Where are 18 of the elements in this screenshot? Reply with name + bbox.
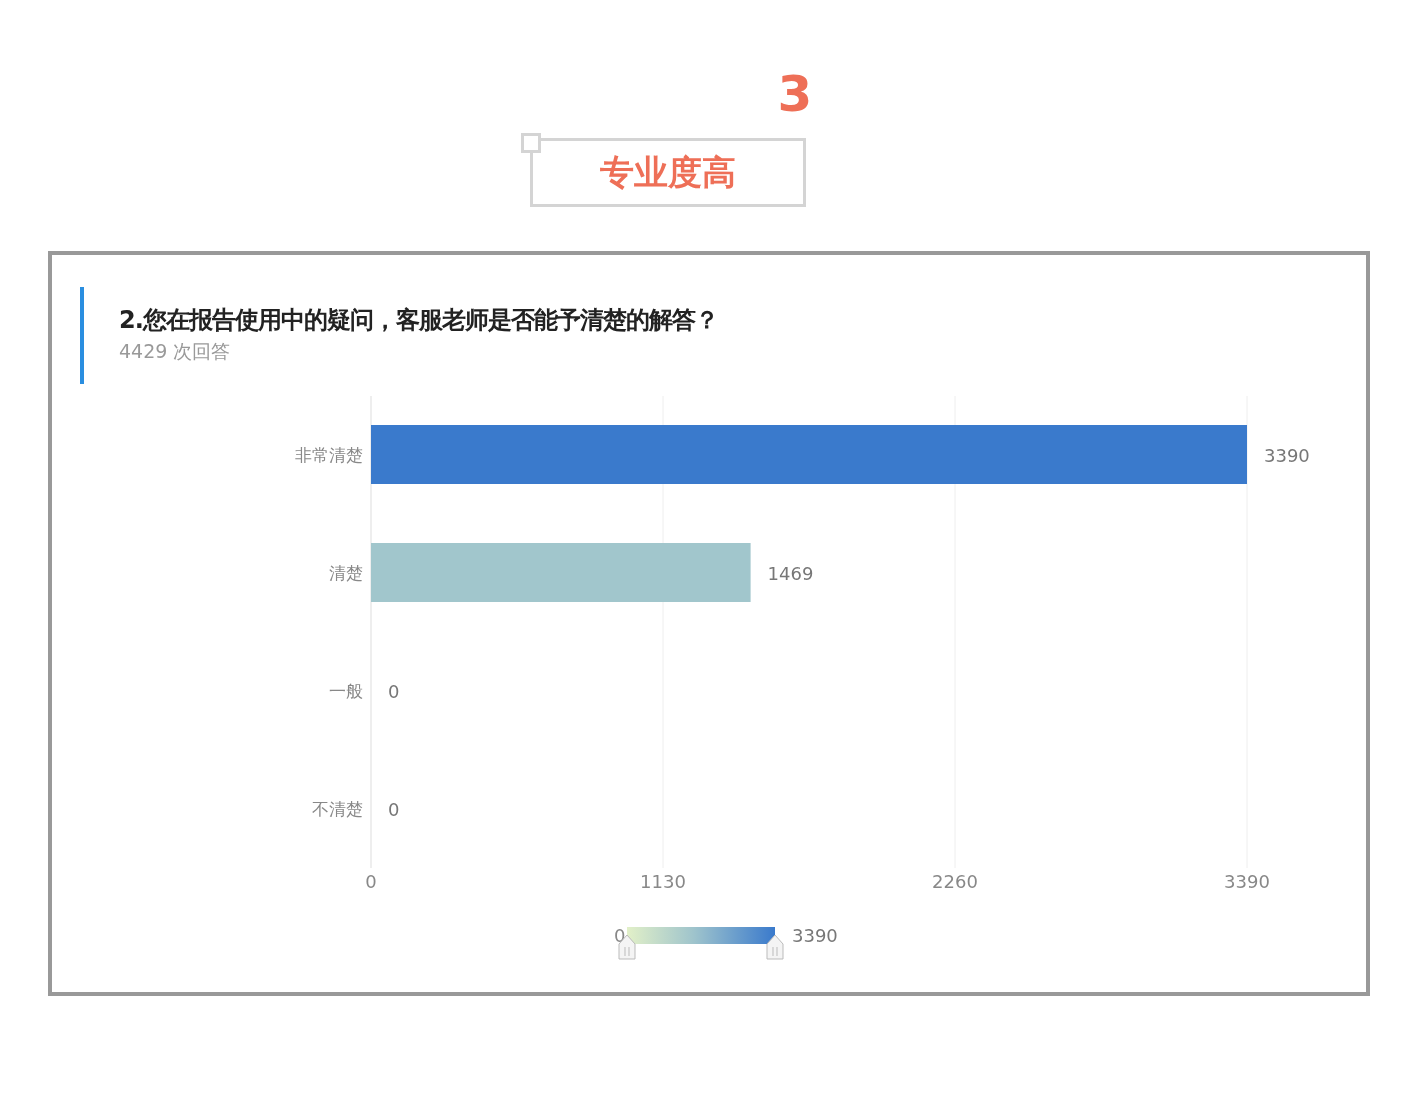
question-title: 2.您在报告使用中的疑问，客服老师是否能予清楚的解答？ <box>119 305 719 336</box>
scale-max-label: 3390 <box>792 925 838 946</box>
category-label: 不清楚 <box>312 799 363 819</box>
value-label: 0 <box>388 799 400 820</box>
axis-tick-label: 2260 <box>932 871 978 892</box>
axis-tick-label: 3390 <box>1224 871 1270 892</box>
category-label: 清楚 <box>329 563 363 583</box>
response-count: 4429 次回答 <box>119 339 232 364</box>
value-label: 1469 <box>767 563 814 584</box>
category-label: 非常清楚 <box>295 445 363 465</box>
category-label: 一般 <box>329 681 363 701</box>
corner-square-icon <box>521 133 541 153</box>
scale-min-label: 0 <box>614 925 626 946</box>
axis-tick-label: 1130 <box>640 871 686 892</box>
value-label: 0 <box>388 681 400 702</box>
section-number: 3 <box>777 66 813 122</box>
value-label: 3390 <box>1264 445 1310 466</box>
axis-tick-label: 0 <box>365 871 377 892</box>
